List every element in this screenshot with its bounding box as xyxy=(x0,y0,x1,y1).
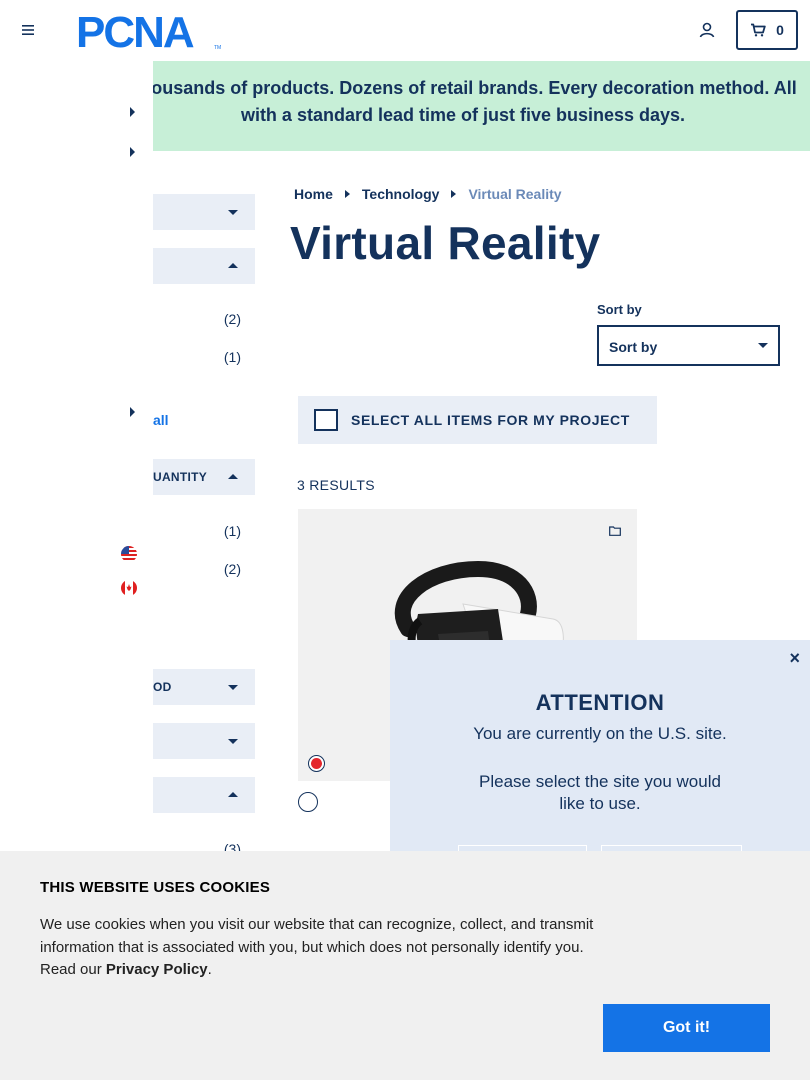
breadcrumb-separator-icon xyxy=(451,190,457,198)
select-all-button[interactable]: SELECT ALL ITEMS FOR MY PROJECT xyxy=(298,396,657,444)
site-header: PCNA TM 0 xyxy=(0,0,810,60)
promo-text: Thousands of products. Dozens of retail … xyxy=(129,78,797,125)
view-all-link[interactable]: all xyxy=(153,412,169,428)
filter-count: (1) xyxy=(223,523,241,539)
attention-prompt-line1: Please select the site you would xyxy=(479,772,721,791)
promo-banner: Thousands of products. Dozens of retail … xyxy=(153,61,810,151)
chevron-down-icon xyxy=(228,685,238,690)
cookie-title: THIS WEBSITE USES COOKIES xyxy=(40,879,271,896)
site-selection-popup: × ATTENTION You are currently on the U.S… xyxy=(390,640,810,875)
breadcrumb-current: Virtual Reality xyxy=(468,186,562,202)
sort-select[interactable]: Sort by xyxy=(597,325,780,366)
close-icon[interactable]: × xyxy=(789,648,800,669)
filter-header[interactable] xyxy=(153,248,255,284)
privacy-policy-link[interactable]: Privacy Policy xyxy=(106,961,208,978)
select-all-label: SELECT ALL ITEMS FOR MY PROJECT xyxy=(351,412,630,428)
sort-select-value: Sort by xyxy=(609,339,658,355)
chevron-down-icon xyxy=(758,343,768,348)
nav-arrow-icon[interactable] xyxy=(130,407,135,417)
cookie-text: We use cookies when you visit our websit… xyxy=(40,914,600,982)
results-count: 3 RESULTS xyxy=(297,477,375,493)
breadcrumb-technology[interactable]: Technology xyxy=(362,186,440,202)
attention-title: ATTENTION xyxy=(535,690,665,715)
filter-header-label: OD xyxy=(153,680,172,694)
pcna-logo[interactable]: PCNA TM xyxy=(76,10,226,52)
cookie-banner: THIS WEBSITE USES COOKIES We use cookies… xyxy=(0,851,810,1080)
cookie-accept-button[interactable]: Got it! xyxy=(603,1004,770,1052)
cookie-period: . xyxy=(207,961,212,978)
chevron-up-icon xyxy=(228,474,238,479)
cart-count: 0 xyxy=(776,22,784,38)
chevron-up-icon xyxy=(228,263,238,268)
folder-icon[interactable] xyxy=(609,526,621,536)
nav-arrow-icon[interactable] xyxy=(130,107,135,117)
filter-count: (2) xyxy=(223,561,241,577)
attention-prompt-line2: like to use. xyxy=(559,794,641,813)
filter-count: (2) xyxy=(223,311,241,327)
nav-arrow-icon[interactable] xyxy=(130,147,135,157)
filter-header[interactable] xyxy=(153,777,255,813)
user-account-icon[interactable] xyxy=(698,21,716,39)
select-all-checkbox[interactable] xyxy=(314,409,338,431)
sort-label: Sort by xyxy=(597,302,642,317)
logo-text: PCNA xyxy=(76,10,194,52)
filter-header-quantity[interactable]: UANTITY xyxy=(153,459,255,495)
filter-header-method[interactable]: OD xyxy=(153,669,255,705)
breadcrumb-home[interactable]: Home xyxy=(294,186,333,202)
hamburger-menu-icon[interactable] xyxy=(20,22,36,38)
chevron-up-icon xyxy=(228,792,238,797)
page-title: Virtual Reality xyxy=(290,217,601,269)
shopping-cart-icon xyxy=(751,23,766,37)
filter-header-label: UANTITY xyxy=(153,470,208,484)
filter-header[interactable] xyxy=(153,194,255,230)
color-swatch-red[interactable] xyxy=(308,755,325,772)
breadcrumb: Home Technology Virtual Reality xyxy=(294,186,562,202)
logo-tm: TM xyxy=(214,45,221,51)
breadcrumb-separator-icon xyxy=(344,190,350,198)
color-swatch-white[interactable] xyxy=(298,792,318,812)
filter-header[interactable] xyxy=(153,723,255,759)
canada-flag-icon[interactable] xyxy=(121,580,137,596)
chevron-down-icon xyxy=(228,210,238,215)
cart-button[interactable]: 0 xyxy=(736,10,798,50)
attention-message: You are currently on the U.S. site. xyxy=(473,724,727,743)
filter-count: (1) xyxy=(223,349,241,365)
us-flag-icon[interactable] xyxy=(121,546,137,562)
chevron-down-icon xyxy=(228,739,238,744)
